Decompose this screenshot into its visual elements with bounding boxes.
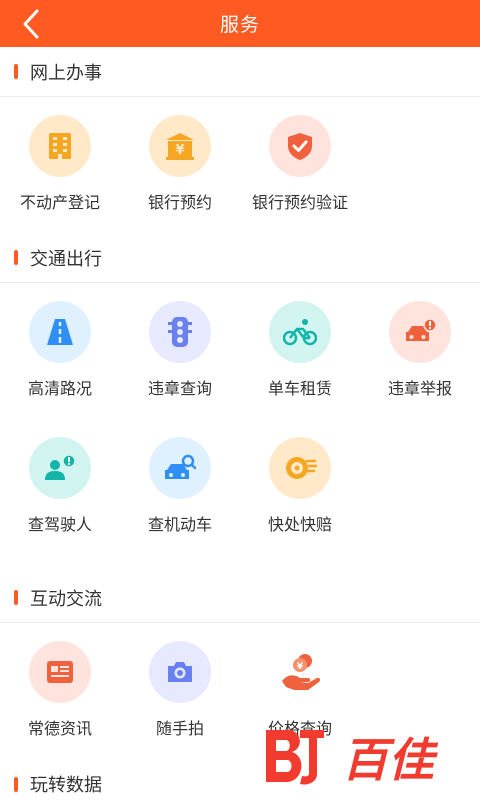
service-label: 高清路况 bbox=[27, 379, 92, 398]
svg-text:百佳: 百佳 bbox=[342, 733, 439, 787]
service-label: 银行预约 bbox=[147, 193, 212, 212]
bank-icon: ¥ bbox=[149, 115, 211, 177]
service-snapshot[interactable]: 随手拍 bbox=[120, 641, 240, 777]
section-title: 互动交流 bbox=[30, 588, 102, 610]
chevron-left-icon bbox=[23, 9, 39, 39]
svg-text:¥: ¥ bbox=[175, 143, 184, 158]
section-accent-bar bbox=[14, 590, 18, 605]
service-label: 单车租赁 bbox=[267, 379, 332, 398]
page-title: 服务 bbox=[219, 14, 260, 36]
online-services-grid: 不动产登记 ¥ 银行预约 银行预约验证 bbox=[0, 97, 480, 233]
shield-check-icon bbox=[269, 115, 331, 177]
service-label: 银行预约验证 bbox=[251, 193, 348, 212]
service-vehicle-query[interactable]: 查机动车 bbox=[120, 437, 240, 573]
news-icon bbox=[29, 641, 91, 703]
section-accent-bar bbox=[14, 250, 18, 265]
fast-compensation-icon bbox=[269, 437, 331, 499]
service-label: 查机动车 bbox=[147, 515, 212, 534]
traffic-light-icon bbox=[149, 301, 211, 363]
section-accent-bar bbox=[14, 776, 18, 792]
service-label: 不动产登记 bbox=[19, 193, 100, 212]
service-label: 违章查询 bbox=[147, 379, 212, 398]
service-hd-road-conditions[interactable]: 高清路况 bbox=[0, 301, 120, 437]
driver-alert-icon bbox=[29, 437, 91, 499]
service-violation-report[interactable]: 违章举报 bbox=[360, 301, 480, 437]
service-label: 快处快赔 bbox=[267, 515, 332, 534]
section-title: 网上办事 bbox=[30, 62, 102, 84]
service-label: 常德资讯 bbox=[27, 719, 92, 738]
car-search-icon bbox=[149, 437, 211, 499]
section-header-online-services: 网上办事 bbox=[0, 47, 480, 97]
price-hand-icon: ¥ bbox=[269, 641, 331, 703]
top-bar: 服务 bbox=[0, 0, 480, 47]
service-bank-appointment[interactable]: ¥ 银行预约 bbox=[120, 115, 240, 251]
service-label: 查驾驶人 bbox=[27, 515, 92, 534]
bicycle-icon bbox=[269, 301, 331, 363]
section-header-interaction: 互动交流 bbox=[0, 573, 480, 623]
baijia-watermark-logo: 百佳 bbox=[266, 730, 439, 787]
svg-text:¥: ¥ bbox=[297, 662, 304, 672]
service-changde-news[interactable]: 常德资讯 bbox=[0, 641, 120, 777]
service-fast-claim[interactable]: 快处快赔 bbox=[240, 437, 360, 573]
service-driver-query[interactable]: 查驾驶人 bbox=[0, 437, 120, 573]
car-alert-icon bbox=[389, 301, 451, 363]
road-icon bbox=[29, 301, 91, 363]
service-bike-rental[interactable]: 单车租赁 bbox=[240, 301, 360, 437]
section-title: 交通出行 bbox=[30, 248, 102, 270]
camera-icon bbox=[149, 641, 211, 703]
section-title: 玩转数据 bbox=[30, 775, 102, 796]
service-label: 随手拍 bbox=[155, 719, 204, 738]
service-violation-query[interactable]: 违章查询 bbox=[120, 301, 240, 437]
transportation-grid: 高清路况 违章查询 单车租赁 违章举报 查驾驶人 查机动车 快处快赔 bbox=[0, 283, 480, 573]
section-accent-bar bbox=[14, 64, 18, 79]
service-real-estate-registration[interactable]: 不动产登记 bbox=[0, 115, 120, 251]
service-bank-appointment-verification[interactable]: 银行预约验证 bbox=[240, 115, 360, 251]
service-label: 违章举报 bbox=[387, 379, 452, 398]
back-button[interactable] bbox=[14, 7, 48, 41]
building-icon bbox=[29, 115, 91, 177]
